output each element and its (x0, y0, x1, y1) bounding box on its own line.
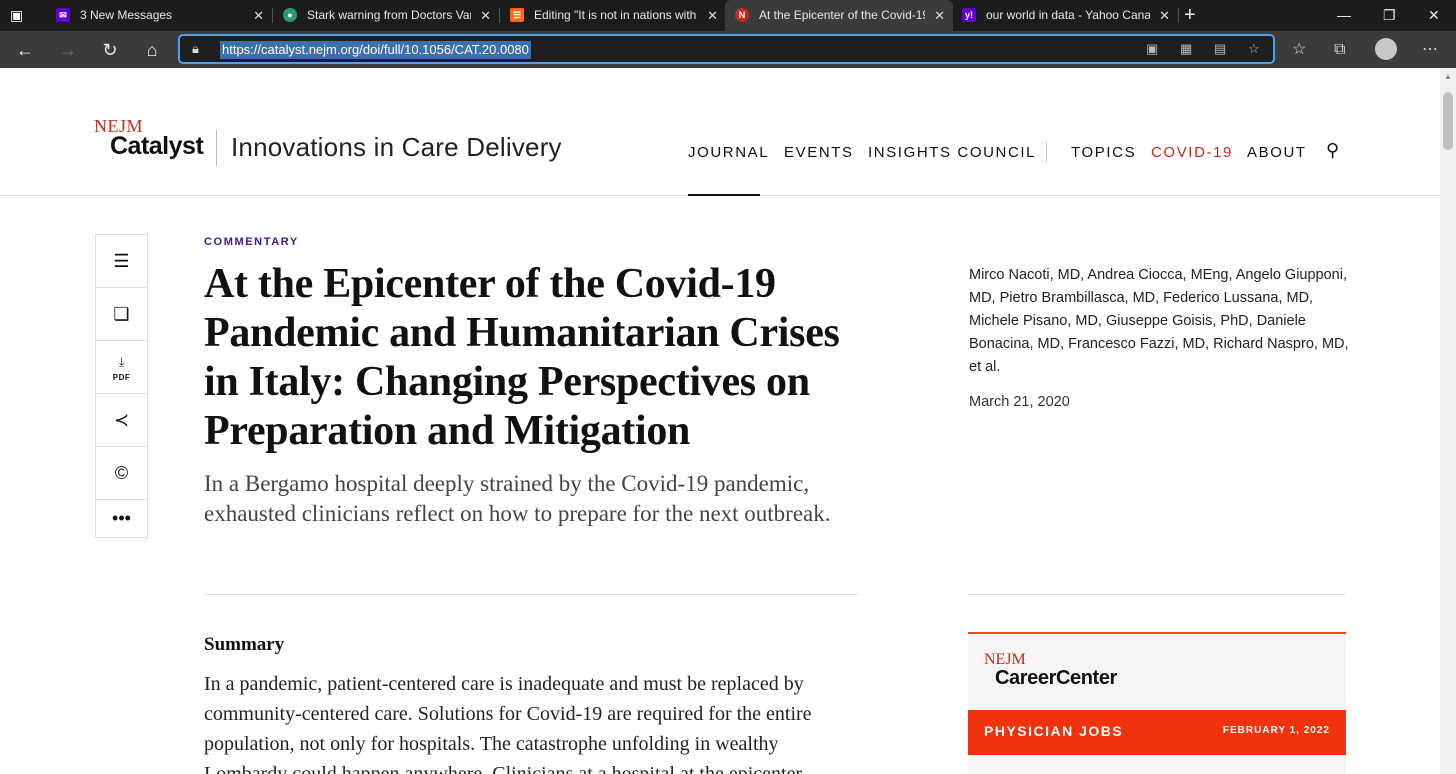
article-tools: ☰ ❏ ⤓ PDF ≺ © ••• (95, 234, 148, 538)
minimize-icon[interactable]: — (1337, 0, 1351, 31)
summary-text: In a pandemic, patient-centered care is … (204, 673, 812, 774)
browser-tab-2[interactable]: ● Stark warning from Doctors Vanc ✕ (273, 0, 499, 31)
tab-title: At the Epicenter of the Covid-19 (759, 8, 925, 22)
app-available-icon[interactable]: ▣ (1146, 41, 1158, 57)
more-icon: ••• (112, 508, 131, 528)
nav-divider (1046, 141, 1047, 163)
close-icon[interactable]: ✕ (480, 0, 491, 31)
career-center-widget[interactable]: NEJM CareerCenter PHYSICIAN JOBS FEBRUAR… (968, 632, 1346, 774)
physician-jobs-label: PHYSICIAN JOBS (984, 723, 1124, 739)
url-text[interactable]: https://catalyst.nejm.org/doi/full/10.10… (220, 41, 531, 59)
list-icon: ☰ (113, 251, 130, 271)
substack-icon: ☰ (510, 8, 524, 22)
site-tagline: Innovations in Care Delivery (231, 132, 562, 162)
table-of-contents-button[interactable]: ☰ (96, 235, 147, 288)
tab-title: our world in data - Yahoo Canad (986, 8, 1150, 22)
tab-title: Stark warning from Doctors Vanc (307, 8, 471, 22)
immersive-reader-icon[interactable]: ▤ (1214, 41, 1226, 57)
close-icon[interactable]: ✕ (934, 0, 945, 31)
share-icon: ≺ (113, 410, 130, 430)
extensions-icon[interactable]: ▦ (1180, 41, 1192, 57)
copyright-icon: © (114, 463, 129, 483)
nejm-icon: N (735, 8, 749, 22)
nav-events[interactable]: EVENTS (784, 144, 854, 161)
nav-journal[interactable]: JOURNAL (688, 144, 769, 161)
article-authors[interactable]: Mirco Nacoti, MD, Andrea Ciocca, MEng, A… (969, 264, 1349, 379)
scroll-up-icon[interactable]: ▲ (1444, 72, 1452, 81)
nav-about[interactable]: ABOUT (1247, 144, 1307, 161)
logo-divider (216, 130, 217, 166)
lock-icon[interactable]: 🔒︎ (192, 41, 199, 57)
physician-jobs-bar[interactable]: PHYSICIAN JOBS FEBRUARY 1, 2022 (968, 710, 1346, 755)
publication-date: March 21, 2020 (969, 394, 1070, 410)
refresh-icon[interactable]: ↻ (97, 37, 123, 63)
bookmark-icon: ❏ (113, 304, 130, 324)
tab-actions-icon[interactable]: ▣ (10, 7, 26, 23)
share-button[interactable]: ≺ (96, 394, 147, 447)
browser-tab-3[interactable]: ☰ Editing "It is not in nations with l ✕ (500, 0, 726, 31)
summary-heading: Summary (204, 634, 285, 655)
nav-topics[interactable]: TOPICS (1071, 144, 1136, 161)
home-icon[interactable]: ⌂ (139, 37, 165, 63)
browser-tab-1[interactable]: ✉ 3 New Messages ✕ (46, 0, 272, 31)
close-icon[interactable]: ✕ (253, 0, 264, 31)
page-scrollbar[interactable]: ▲ (1440, 68, 1456, 774)
browser-toolbar: ← → ↻ ⌂ 🔒︎ https://catalyst.nejm.org/doi… (0, 31, 1456, 68)
web-page: NEJM Catalyst Innovations in Care Delive… (0, 68, 1440, 774)
tab-title: Editing "It is not in nations with l (534, 8, 698, 22)
nav-active-indicator (688, 194, 760, 196)
nav-insights-council[interactable]: INSIGHTS COUNCIL (868, 144, 1036, 161)
forward-icon[interactable]: → (55, 37, 81, 63)
tab-divider (1178, 8, 1179, 23)
profile-avatar[interactable] (1375, 38, 1397, 60)
back-icon[interactable]: ← (12, 37, 38, 63)
tab-title: 3 New Messages (80, 8, 173, 22)
divider (204, 594, 859, 595)
new-tab-button[interactable]: + (1184, 0, 1196, 31)
yahoo-mail-icon: ✉ (56, 8, 70, 22)
favorites-icon[interactable]: ☆ (1292, 37, 1306, 63)
add-favorite-icon[interactable]: ☆ (1248, 41, 1260, 57)
search-icon[interactable]: ⚲ (1326, 140, 1339, 161)
browser-tab-bar: ▣ ✉ 3 New Messages ✕ ● Stark warning fro… (0, 0, 1456, 31)
pdf-label: PDF (112, 373, 131, 382)
address-bar[interactable]: 🔒︎ https://catalyst.nejm.org/doi/full/10… (178, 34, 1275, 64)
browser-tab-5[interactable]: y! our world in data - Yahoo Canad ✕ (952, 0, 1178, 31)
pdf-button[interactable]: ⤓ PDF (96, 341, 147, 394)
article-title: At the Epicenter of the Covid-19 Pandemi… (204, 261, 840, 454)
close-window-icon[interactable]: ✕ (1428, 0, 1440, 31)
more-options-button[interactable]: ••• (96, 500, 147, 537)
article-dek: In a Bergamo hospital deeply strained by… (204, 471, 831, 526)
article-kicker[interactable]: COMMENTARY (204, 236, 299, 248)
logo-catalyst[interactable]: Catalyst (110, 132, 204, 161)
bookmark-button[interactable]: ❏ (96, 288, 147, 341)
jobs-date: FEBRUARY 1, 2022 (1222, 725, 1330, 736)
collections-icon[interactable]: ⧉ (1334, 37, 1345, 63)
browser-tab-active[interactable]: N At the Epicenter of the Covid-19 ✕ (725, 0, 953, 31)
close-icon[interactable]: ✕ (707, 0, 718, 31)
settings-more-icon[interactable]: ⋯ (1422, 37, 1438, 63)
career-logo-name: CareerCenter (995, 667, 1117, 689)
divider (968, 594, 1346, 595)
permissions-button[interactable]: © (96, 447, 147, 500)
globe-icon: ● (283, 8, 297, 22)
restore-icon[interactable]: ❐ (1383, 0, 1396, 31)
site-header: NEJM Catalyst Innovations in Care Delive… (0, 68, 1440, 196)
yahoo-icon: y! (962, 8, 976, 22)
scrollbar-thumb[interactable] (1443, 92, 1453, 150)
nav-covid-19[interactable]: COVID-19 (1151, 144, 1233, 161)
close-icon[interactable]: ✕ (1159, 0, 1170, 31)
pdf-download-icon: ⤓ (118, 355, 125, 369)
